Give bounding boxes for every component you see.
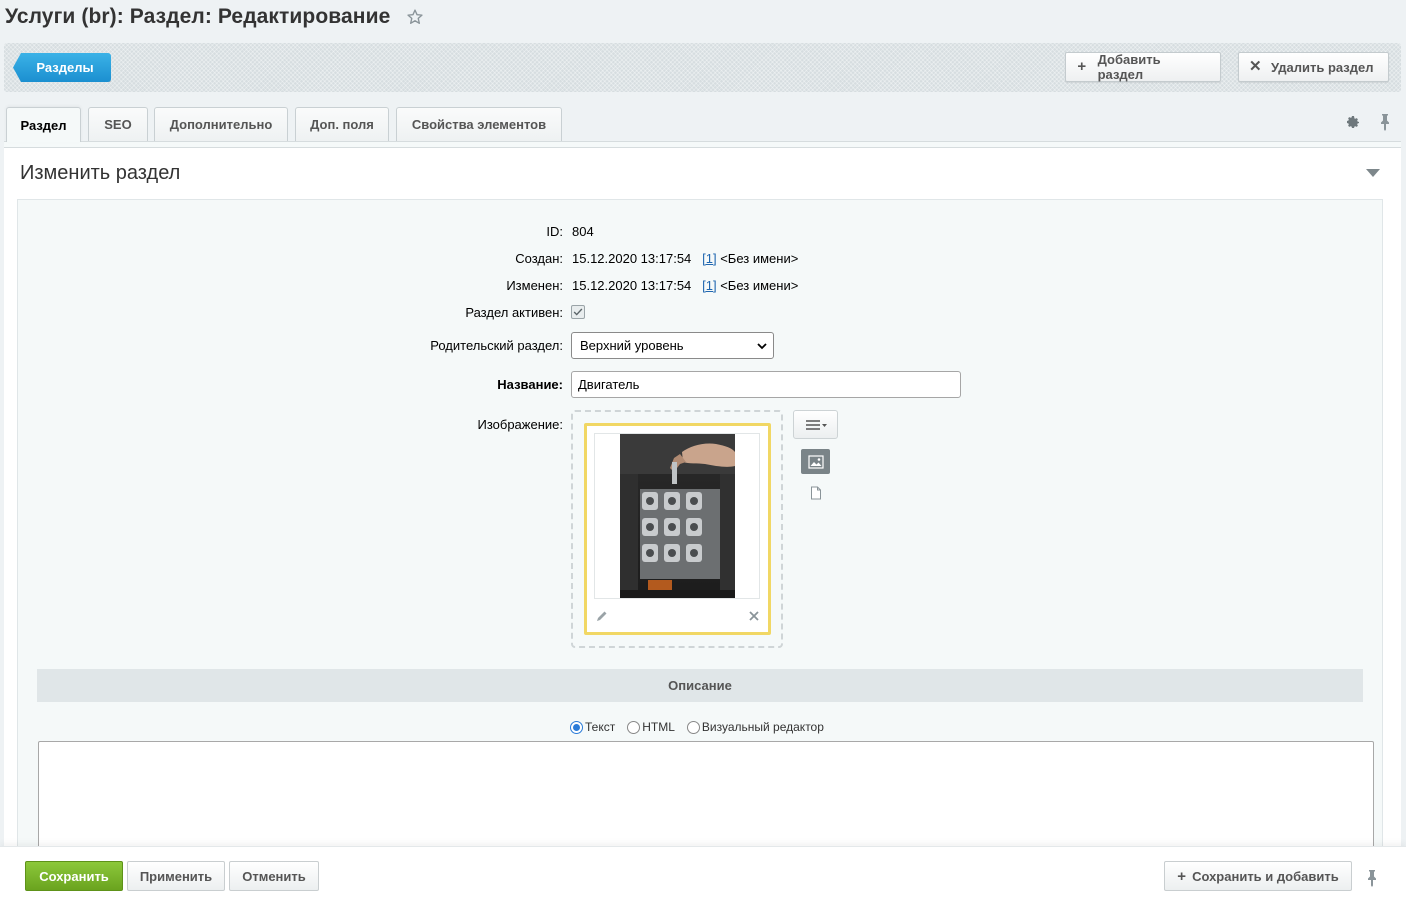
close-icon[interactable] bbox=[748, 610, 760, 622]
chevron-down-icon bbox=[757, 343, 767, 350]
cancel-button[interactable]: Отменить bbox=[229, 861, 319, 891]
footer-pin-icon[interactable] bbox=[1365, 869, 1379, 887]
active-checkbox[interactable] bbox=[571, 305, 585, 319]
pin-icon[interactable] bbox=[1378, 113, 1392, 131]
mode-html-option[interactable]: HTML bbox=[627, 720, 675, 734]
id-label: ID: bbox=[546, 224, 563, 239]
save-and-add-button[interactable]: + Сохранить и добавить bbox=[1164, 861, 1352, 891]
tab-extra-fields[interactable]: Доп. поля bbox=[295, 107, 389, 141]
id-value: 804 bbox=[572, 224, 594, 239]
radio-text[interactable] bbox=[570, 720, 583, 734]
modified-user-link[interactable]: [1] bbox=[702, 278, 716, 293]
radio-html[interactable] bbox=[627, 720, 641, 734]
parent-label: Родительский раздел: bbox=[430, 338, 563, 353]
image-library-button[interactable] bbox=[801, 449, 830, 474]
sections-back-button[interactable]: Разделы bbox=[13, 53, 111, 82]
plus-icon: + bbox=[1077, 58, 1087, 75]
delete-section-button[interactable]: ✕ Удалить раздел bbox=[1238, 52, 1389, 82]
gear-icon[interactable] bbox=[1345, 114, 1361, 130]
delete-section-label: Удалить раздел bbox=[1271, 59, 1374, 75]
star-icon[interactable] bbox=[406, 8, 424, 26]
modified-value: 15.12.2020 13:17:54 bbox=[572, 278, 692, 293]
tab-additional[interactable]: Дополнительно bbox=[154, 107, 288, 141]
tab-element-properties[interactable]: Свойства элементов bbox=[396, 107, 562, 141]
name-input[interactable] bbox=[571, 371, 961, 398]
mode-text-label: Текст bbox=[585, 720, 616, 734]
plus-icon: + bbox=[1177, 867, 1187, 885]
image-icon bbox=[807, 454, 824, 469]
mode-text-option[interactable]: Текст bbox=[570, 720, 615, 734]
created-user-name: <Без имени> bbox=[720, 251, 799, 266]
apply-button[interactable]: Применить bbox=[127, 861, 225, 891]
collapse-arrow-icon[interactable] bbox=[1365, 168, 1381, 178]
save-button[interactable]: Сохранить bbox=[25, 861, 123, 891]
created-label: Создан: bbox=[515, 251, 563, 266]
tab-section[interactable]: Раздел bbox=[6, 107, 81, 142]
parent-section-select[interactable]: Верхний уровень bbox=[571, 332, 774, 359]
page-title: Услуги (br): Раздел: Редактирование bbox=[5, 5, 391, 28]
active-label: Раздел активен: bbox=[465, 305, 563, 320]
radio-visual[interactable] bbox=[686, 720, 700, 734]
image-label: Изображение: bbox=[477, 417, 563, 432]
modified-user-name: <Без имени> bbox=[720, 278, 799, 293]
created-value: 15.12.2020 13:17:54 bbox=[572, 251, 692, 266]
mode-visual-label: Визуальный редактор bbox=[701, 720, 824, 734]
modified-label: Изменен: bbox=[506, 278, 563, 293]
mode-visual-option[interactable]: Визуальный редактор bbox=[686, 720, 824, 734]
parent-section-value: Верхний уровень bbox=[580, 338, 684, 353]
created-user-link[interactable]: [1] bbox=[702, 251, 716, 266]
check-icon bbox=[573, 308, 583, 316]
image-menu-button[interactable] bbox=[793, 410, 838, 439]
engine-photo[interactable] bbox=[620, 434, 735, 598]
created-row: 15.12.2020 13:17:54 [1] <Без имени> bbox=[572, 251, 798, 266]
name-label: Название: bbox=[497, 377, 563, 392]
page-title-bar: Услуги (br): Раздел: Редактирование bbox=[5, 4, 424, 30]
tab-seo[interactable]: SEO bbox=[88, 107, 148, 141]
modified-row: 15.12.2020 13:17:54 [1] <Без имени> bbox=[572, 278, 798, 293]
add-section-label: Добавить раздел bbox=[1097, 52, 1161, 82]
cross-icon: ✕ bbox=[1249, 58, 1262, 75]
pencil-icon[interactable] bbox=[595, 609, 609, 623]
file-icon[interactable] bbox=[810, 486, 822, 500]
description-header: Описание bbox=[37, 669, 1363, 702]
save-and-add-label: Сохранить и добавить bbox=[1192, 868, 1339, 884]
section-title: Изменить раздел bbox=[20, 162, 181, 184]
mode-html-label: HTML bbox=[642, 720, 675, 734]
description-mode-group: Текст HTML Визуальный редактор bbox=[570, 720, 836, 734]
add-section-button[interactable]: + Добавить раздел bbox=[1065, 52, 1221, 82]
menu-icon bbox=[805, 419, 827, 430]
